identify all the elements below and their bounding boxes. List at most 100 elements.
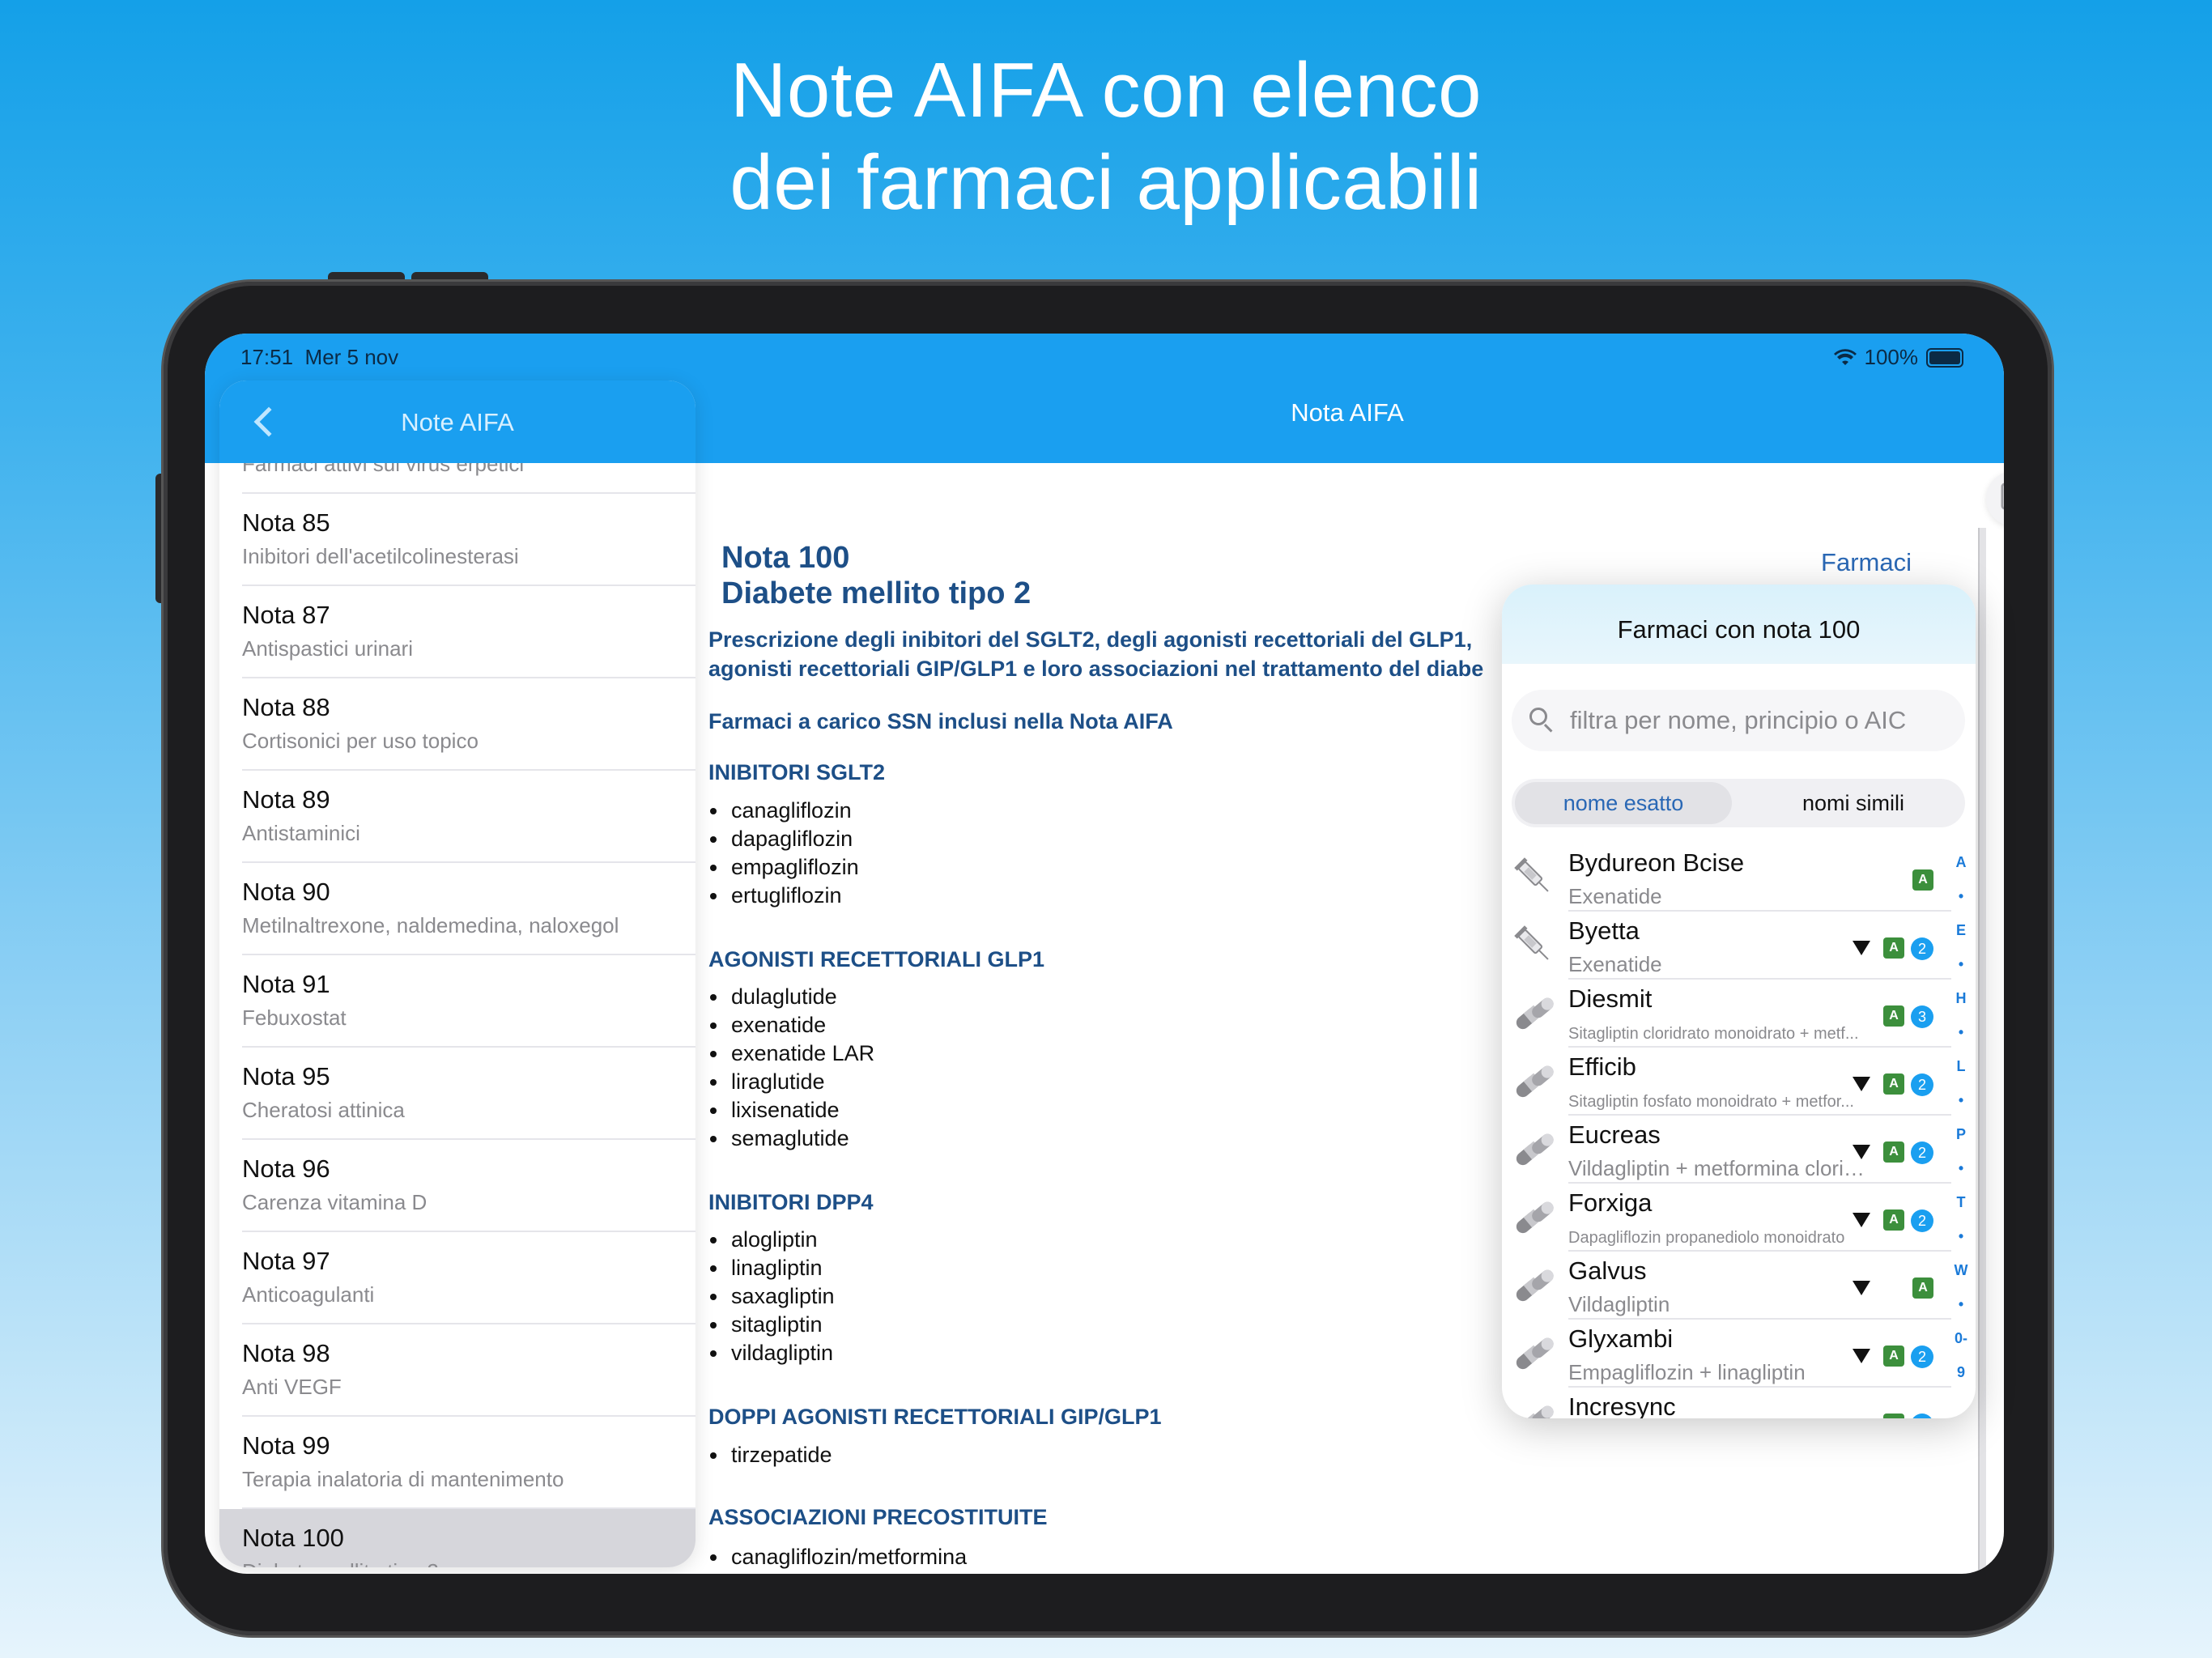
sidebar-item-nota-97[interactable]: Nota 97 Anticoagulanti [242,1232,696,1324]
included-drugs-label: Farmaci a carico SSN inclusi nella Nota … [708,709,1173,733]
class-a-badge: A [1883,1209,1904,1231]
list-item: exenatide LAR [708,1039,874,1068]
drug-active-ingredient: Vildagliptin + metformina cloridrato [1568,1156,1868,1180]
index-letter[interactable]: • [1951,879,1971,913]
sidebar-title[interactable]: Note AIFA [219,408,696,437]
section-list: canagliflozin dapagliflozin empagliflozi… [708,797,859,910]
farmaci-link[interactable]: Farmaci [1821,548,1912,577]
list-item: empagliflozin [708,853,859,882]
sidebar-item-nota-85[interactable]: Nota 85 Inibitori dell'acetilcolinesteras… [242,494,696,586]
search-icon [1529,708,1547,725]
alphabet-index[interactable]: A • E • H • L • P • T • W • 0-9 [1951,845,1971,1380]
black-triangle-icon [1853,941,1870,955]
class-a-badge: A [1912,869,1933,891]
class-a-badge: A [1883,1414,1904,1418]
list-item: canagliflozin/metformina [708,1543,967,1571]
list-item: lixisenatide [708,1096,874,1124]
index-letter[interactable]: H [1951,981,1971,1015]
index-letter[interactable]: E [1951,913,1971,947]
drug-active-ingredient: Dapagliflozin propanediolo monoidrato [1568,1229,1845,1247]
index-letter[interactable]: • [1951,1219,1971,1253]
document-subheading: Diabete mellito tipo 2 [721,576,1032,610]
pills-icon [1512,1127,1557,1172]
drug-row[interactable]: Eucreas Vildagliptin + metformina cloridr… [1502,1116,1976,1184]
section-title: INIBITORI SGLT2 [708,760,886,784]
list-item: exenatide [708,1011,874,1039]
drug-name: Forxiga [1568,1188,1653,1217]
list-item-partial[interactable]: Farmaci attivi sui virus erpetici [242,463,696,494]
list-item: semaglutide [708,1124,874,1153]
search-mode-segmented-control[interactable]: nome esatto nomi simili [1512,779,1965,827]
sidebar-item-nota-95[interactable]: Nota 95 Cheratosi attinica [242,1048,696,1140]
index-letter[interactable]: • [1951,1151,1971,1185]
drug-row[interactable]: Glyxambi Empagliflozin + linagliptin A 2 [1502,1320,1976,1388]
index-letter[interactable]: A [1951,845,1971,879]
marketing-headline: Note AIFA con elenco dei farmaci applica… [0,45,2212,229]
section-title: DOPPI AGONISTI RECETTORIALI GIP/GLP1 [708,1405,1162,1429]
list-item: ertugliflozin [708,882,859,910]
black-triangle-icon [1853,1213,1870,1227]
drug-row[interactable]: Byetta Exenatide A 2 [1502,912,1976,980]
drug-row[interactable]: Diesmit Sitagliptin cloridrato monoidrato… [1502,980,1976,1048]
drug-name: Efficib [1568,1052,1636,1081]
status-right: 100% [1833,345,1963,370]
sidebar-item-nota-99[interactable]: Nota 99 Terapia inalatoria di manteniment… [242,1417,696,1509]
list-item: canagliflozin [708,797,859,825]
sidebar-item-nota-100[interactable]: Nota 100Diabete mellito tipo 2 [219,1509,696,1567]
drugs-list[interactable]: Bydureon Bcise Exenatide A Byetta Exenatide A… [1502,844,1976,1418]
class-a-badge: A [1883,1141,1904,1163]
index-letter[interactable]: • [1951,1083,1971,1117]
index-letter[interactable]: • [1951,1287,1971,1321]
package-count-badge: 2 [1911,1414,1933,1418]
list-item: vildagliptin [708,1339,835,1367]
sidebar-item-nota-88[interactable]: Nota 88 Cortisonici per uso topico [242,678,696,771]
battery-icon [1926,347,1963,368]
index-letter[interactable]: L [1951,1049,1971,1083]
drug-active-ingredient: Sitagliptin cloridrato monoidrato + metf… [1568,1025,1859,1043]
package-count-badge: 2 [1911,937,1933,960]
drug-row[interactable]: Bydureon Bcise Exenatide A [1502,844,1976,912]
index-letter[interactable]: • [1951,1015,1971,1049]
battery-percent: 100% [1864,345,1919,369]
sidebar-item-nota-91[interactable]: Nota 91 Febuxostat [242,955,696,1048]
index-letter[interactable]: 0-9 [1951,1321,1971,1380]
list-item: dapagliflozin [708,825,859,853]
syringe-icon [1512,923,1557,968]
package-count-badge: 2 [1911,1209,1933,1232]
document-search-button[interactable] [1986,471,2004,526]
drug-row[interactable]: Forxiga Dapagliflozin propanediolo monoid… [1502,1184,1976,1252]
black-triangle-icon [1853,1349,1870,1363]
notes-list[interactable]: Farmaci attivi sui virus erpetici Nota 8… [219,463,696,1567]
index-letter[interactable]: P [1951,1117,1971,1151]
pills-icon [1512,1263,1557,1308]
index-letter[interactable]: W [1951,1253,1971,1287]
segment-exact-name[interactable]: nome esatto [1515,782,1732,824]
sidebar-item-nota-96[interactable]: Nota 96 Carenza vitamina D [242,1140,696,1232]
index-letter[interactable]: • [1951,947,1971,981]
search-input[interactable]: filtra per nome, principio o AIC [1512,690,1965,751]
list-item: tirzepatide [708,1441,832,1469]
drug-row[interactable]: Incresync A 2 [1502,1388,1976,1418]
drug-name: Galvus [1568,1256,1647,1285]
document-intro: agonisti recettoriali GIP/GLP1 e loro as… [708,657,1484,681]
sidebar-item-nota-87[interactable]: Nota 87 Antispastici urinari [242,586,696,678]
drug-name: Glyxambi [1568,1324,1674,1353]
drug-row[interactable]: Galvus Vildagliptin A [1502,1252,1976,1320]
list-item: liraglutide [708,1068,874,1096]
drug-row[interactable]: Efficib Sitagliptin fosfato monoidrato + … [1502,1048,1976,1116]
black-triangle-icon [1853,1145,1870,1159]
status-time: 17:51 Mer 5 nov [240,345,399,369]
pills-icon [1512,1399,1557,1418]
sidebar-item-nota-98[interactable]: Nota 98 Anti VEGF [242,1324,696,1417]
section-list: alogliptin linagliptin saxagliptin sitag… [708,1226,835,1367]
document-scrollbar[interactable] [1978,528,1986,1572]
segment-similar-names[interactable]: nomi simili [1745,782,1962,824]
index-letter[interactable]: T [1951,1185,1971,1219]
pills-icon [1512,1195,1557,1240]
search-placeholder: filtra per nome, principio o AIC [1570,706,1907,734]
list-item: saxagliptin [708,1282,835,1311]
sidebar-item-nota-90[interactable]: Nota 90 Metilnaltrexone, naldemedina, nal… [242,863,696,955]
sidebar-item-nota-89[interactable]: Nota 89 Antistaminici [242,771,696,863]
package-count-badge: 3 [1911,1005,1933,1028]
drug-name: Byetta [1568,916,1640,945]
